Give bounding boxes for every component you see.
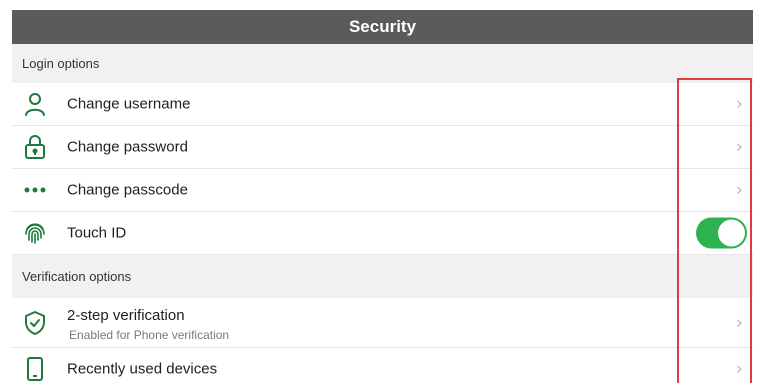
user-icon (20, 89, 50, 119)
security-screen: Security Login options Change username ›… (12, 10, 753, 383)
page-title: Security (348, 17, 417, 36)
section-login-options: Login options (12, 44, 753, 83)
row-touch-id: Touch ID (12, 212, 753, 255)
row-change-username[interactable]: Change username › (12, 83, 753, 126)
row-sublabel: Enabled for Phone verification (69, 328, 230, 342)
row-2-step-verification[interactable]: 2-step verification Enabled for Phone ve… (12, 298, 753, 348)
dots-icon (20, 175, 50, 205)
section-verification-options: Verification options (12, 255, 753, 298)
phone-icon (20, 354, 50, 383)
row-label: Change passcode (67, 181, 188, 199)
title-bar: Security (12, 10, 753, 44)
row-label: Change username (67, 95, 191, 113)
row-change-password[interactable]: Change password › (12, 126, 753, 169)
lock-icon (20, 132, 50, 162)
row-label: Touch ID (67, 224, 127, 242)
shield-check-icon (20, 308, 50, 338)
row-change-passcode[interactable]: Change passcode › (12, 169, 753, 212)
row-label: Recently used devices (67, 360, 218, 378)
row-label: Change password (67, 138, 188, 156)
row-recently-used-devices[interactable]: Recently used devices › (12, 348, 753, 383)
section-label: Login options (22, 56, 100, 71)
highlight-box (677, 78, 752, 383)
fingerprint-icon (20, 218, 50, 248)
section-label: Verification options (22, 269, 132, 284)
row-label: 2-step verification (67, 307, 185, 324)
